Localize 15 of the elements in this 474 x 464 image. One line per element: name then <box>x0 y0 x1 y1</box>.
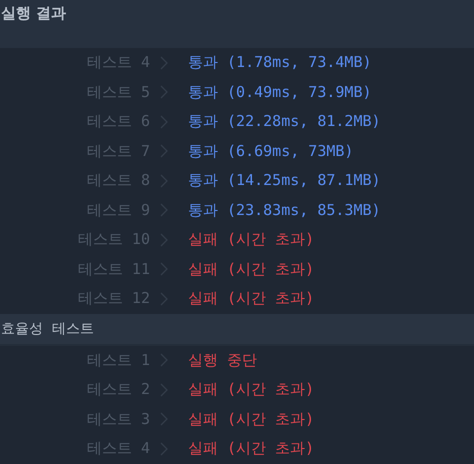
test-result: 실패 (시간 초과) <box>188 260 314 279</box>
test-result: 실패 (시간 초과) <box>188 289 314 308</box>
panel-title: 실행 결과 <box>1 4 66 23</box>
test-result: 실행 중단 <box>188 350 258 370</box>
test-result: 실패 (시간 초과) <box>188 439 314 458</box>
test-result: 실패 (시간 초과) <box>188 380 314 400</box>
test-result: 통과 (0.49ms, 73.9MB) <box>188 82 372 102</box>
test-result: 통과 (14.25ms, 87.1MB) <box>188 171 381 190</box>
test-result: 실패 (시간 초과) <box>188 410 314 429</box>
test-result: 실패 (시간 초과) <box>188 230 314 250</box>
section-title: 효율성 테스트 <box>1 320 94 338</box>
test-result: 통과 (6.69ms, 73MB) <box>188 142 354 161</box>
test-result: 통과 (1.78ms, 73.4MB) <box>188 53 372 72</box>
test-result: 통과 (22.28ms, 81.2MB) <box>188 112 381 132</box>
test-result: 통과 (23.83ms, 85.3MB) <box>188 200 381 220</box>
